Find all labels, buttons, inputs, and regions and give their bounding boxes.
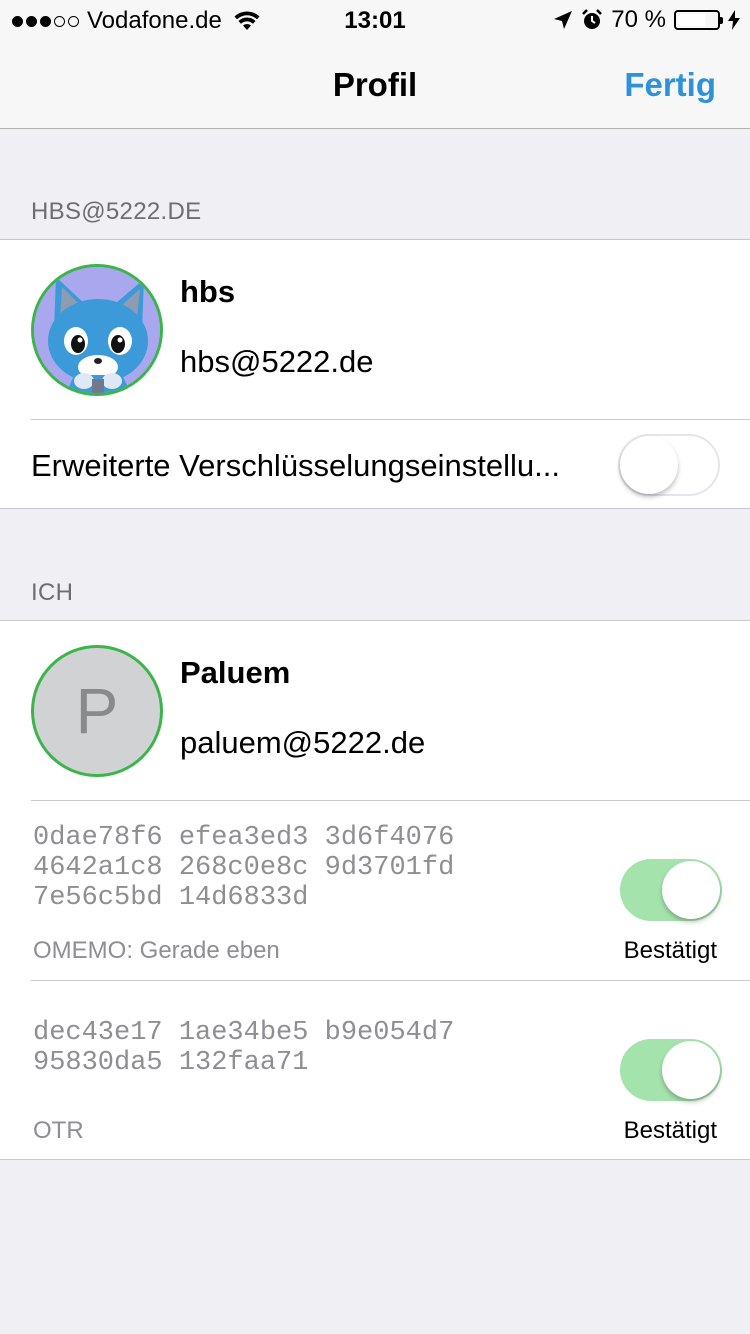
- fingerprint-line: 7e56c5bd 14d6833d: [33, 883, 309, 913]
- location-arrow-icon: [554, 11, 573, 29]
- avatar-initial: P: [75, 675, 119, 747]
- fingerprint-line: dec43e17 1ae34be5 b9e054d7: [33, 1018, 455, 1048]
- divider: [31, 980, 750, 981]
- toggle-knob: [662, 1041, 720, 1099]
- avatar: [31, 264, 163, 396]
- account-jid: hbs@5222.de: [180, 344, 374, 379]
- account-section-header: HBS@5222.DE: [31, 198, 202, 225]
- me-name: Paluem: [180, 655, 291, 690]
- fingerprint-line: 95830da5 132faa71: [33, 1048, 309, 1078]
- status-bar: Vodafone.de 13:01 70 %: [0, 0, 750, 40]
- done-button[interactable]: Fertig: [624, 66, 716, 104]
- fingerprint-type-label: OMEMO: Gerade eben: [33, 937, 280, 964]
- account-group: hbs hbs@5222.de Erweiterte Verschlüsselu…: [0, 239, 750, 509]
- toggle-knob: [620, 436, 678, 494]
- fingerprint-line: 4642a1c8 268c0e8c 9d3701fd: [33, 853, 455, 883]
- encryption-settings-toggle[interactable]: [618, 434, 720, 496]
- me-jid: paluem@5222.de: [180, 725, 426, 760]
- alarm-icon: [582, 9, 603, 29]
- fingerprint-line: 0dae78f6 efea3ed3 3d6f4076: [33, 823, 455, 853]
- charging-bolt-icon: [728, 10, 740, 30]
- toggle-knob: [662, 861, 720, 919]
- me-section-header: ICH: [31, 579, 74, 606]
- divider: [31, 419, 750, 420]
- account-name: hbs: [180, 274, 236, 309]
- fingerprint-type-label: OTR: [33, 1117, 84, 1144]
- me-group: P Paluem paluem@5222.de 0dae78f6 efea3ed…: [0, 620, 750, 1160]
- battery-icon: [674, 10, 723, 30]
- cat-avatar-image: [34, 267, 160, 393]
- encryption-settings-label: Erweiterte Verschlüsselungseinstellu...: [31, 448, 560, 483]
- navigation-bar: Profil Fertig: [0, 40, 750, 129]
- divider: [31, 800, 750, 801]
- otr-verified-toggle[interactable]: [620, 1039, 722, 1101]
- verified-label: Bestätigt: [623, 1117, 717, 1144]
- avatar: P: [31, 645, 163, 777]
- verified-label: Bestätigt: [623, 937, 717, 964]
- battery-percent: 70 %: [611, 6, 666, 33]
- omemo-verified-toggle[interactable]: [620, 859, 722, 921]
